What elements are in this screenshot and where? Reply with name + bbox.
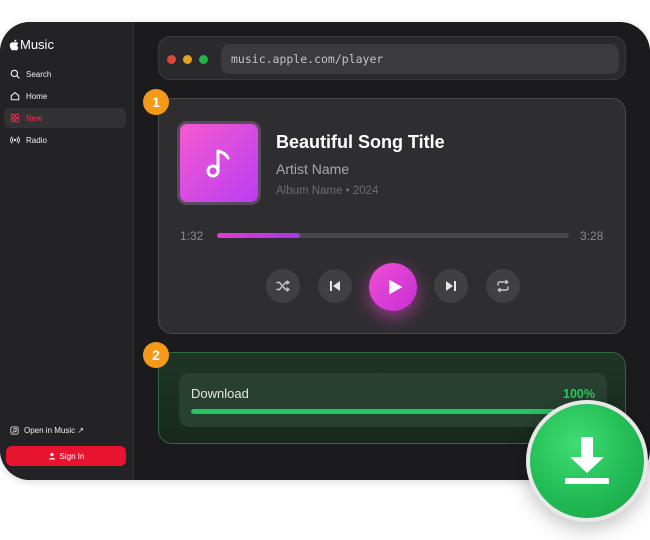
step-badge-2: 2 xyxy=(143,342,169,368)
album-info: Album Name • 2024 xyxy=(276,185,379,197)
music-note-icon xyxy=(206,149,230,178)
elapsed-time: 1:32 xyxy=(180,229,204,243)
sidebar-item-label: Search xyxy=(26,69,52,79)
search-icon xyxy=(10,69,20,79)
open-in-music-label: Open in Music ↗ xyxy=(24,426,85,435)
sidebar-item-new[interactable]: New xyxy=(4,108,126,128)
sidebar-item-label: New xyxy=(26,113,43,123)
url-field[interactable]: music.apple.com/player xyxy=(221,44,619,74)
browser-bar: music.apple.com/player xyxy=(158,36,626,80)
sidebar-item-label: Radio xyxy=(26,135,47,145)
play-icon xyxy=(388,279,402,295)
download-percent: 100% xyxy=(563,387,595,401)
radio-icon xyxy=(10,136,20,144)
download-progress-bar xyxy=(191,409,595,414)
close-window-dot[interactable] xyxy=(167,55,176,64)
sign-in-label: Sign In xyxy=(59,451,85,461)
apple-logo-icon xyxy=(9,39,19,50)
sidebar-item-home[interactable]: Home xyxy=(4,86,126,106)
shuffle-button[interactable] xyxy=(266,269,300,303)
next-button[interactable] xyxy=(434,269,468,303)
play-button[interactable] xyxy=(369,263,417,311)
grid-icon xyxy=(10,113,20,123)
download-progress-fill xyxy=(191,409,595,414)
song-title: Beautiful Song Title xyxy=(276,132,445,152)
repeat-icon xyxy=(497,279,509,293)
sidebar: Music Search Home New Radio Open in Musi… xyxy=(0,22,134,480)
total-duration: 3:28 xyxy=(580,229,604,243)
previous-icon xyxy=(330,281,340,291)
artist-name[interactable]: Artist Name xyxy=(276,161,349,177)
app-logo[interactable]: Music xyxy=(9,37,54,52)
shuffle-icon xyxy=(276,280,290,292)
repeat-button[interactable] xyxy=(486,269,520,303)
open-in-music-link[interactable]: Open in Music ↗ xyxy=(10,426,84,435)
sign-in-button[interactable]: Sign In xyxy=(6,446,126,466)
next-icon xyxy=(446,281,456,291)
progress-fill xyxy=(217,233,300,238)
previous-button[interactable] xyxy=(318,269,352,303)
home-icon xyxy=(10,92,20,101)
step-badge-1: 1 xyxy=(143,89,169,115)
download-button[interactable] xyxy=(526,400,648,522)
sidebar-item-label: Home xyxy=(26,91,48,101)
album-art xyxy=(177,121,261,205)
player-card: Beautiful Song Title Artist Name Album N… xyxy=(158,98,626,334)
progress-bar[interactable] xyxy=(217,233,569,238)
download-label: Download xyxy=(191,386,249,401)
person-icon xyxy=(48,452,55,460)
app-logo-text: Music xyxy=(20,37,54,52)
download-icon xyxy=(565,437,609,484)
sidebar-item-search[interactable]: Search xyxy=(4,64,126,84)
music-app-icon xyxy=(10,426,19,435)
maximize-window-dot[interactable] xyxy=(199,55,208,64)
sidebar-item-radio[interactable]: Radio xyxy=(4,130,126,150)
minimize-window-dot[interactable] xyxy=(183,55,192,64)
